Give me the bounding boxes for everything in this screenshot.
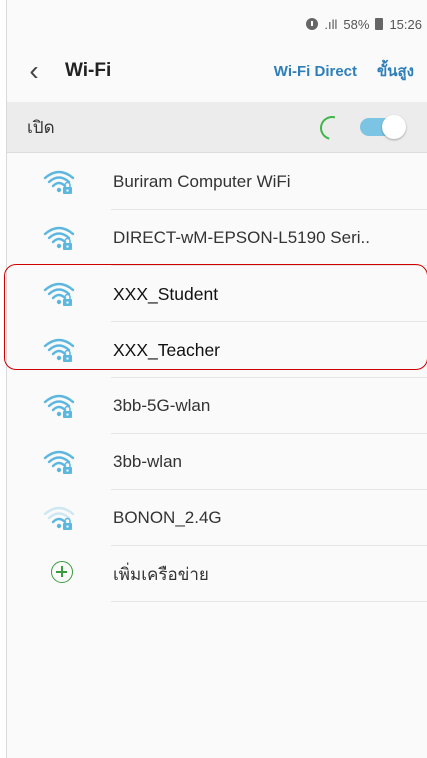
advanced-button[interactable]: ขั้นสูง	[377, 59, 414, 83]
wifi-lock-icon	[43, 168, 75, 196]
network-row[interactable]: DIRECT-wM-EPSON-L5190 Seri..	[7, 210, 427, 266]
row-divider	[111, 601, 427, 602]
wifi-switch[interactable]	[360, 115, 406, 139]
toggle-label: เปิด	[27, 117, 55, 137]
page-title: Wi-Fi	[65, 60, 112, 81]
add-network-label: เพิ่มเครือข่าย	[113, 564, 209, 584]
status-bar: .ıll 58% 15:26	[306, 14, 422, 34]
network-name: 3bb-wlan	[113, 452, 182, 471]
wifi-lock-icon	[43, 280, 75, 308]
network-name: BONON_2.4G	[113, 508, 222, 527]
network-list: Buriram Computer WiFi DIRECT-wM-EPSON-L5…	[7, 154, 427, 602]
network-row[interactable]: 3bb-wlan	[7, 434, 427, 490]
wifi-lock-icon	[43, 392, 75, 420]
alarm-icon	[306, 18, 319, 30]
scanning-spinner-icon	[315, 111, 349, 145]
clock: 15:26	[389, 16, 422, 32]
wifi-toggle-row[interactable]: เปิด	[7, 102, 427, 153]
switch-knob	[382, 115, 406, 139]
network-row[interactable]: XXX_Student	[7, 266, 427, 322]
wifi-lock-icon	[43, 224, 75, 252]
plus-icon	[51, 561, 73, 583]
network-row[interactable]: BONON_2.4G	[7, 490, 427, 546]
header: ‹ Wi-Fi Wi-Fi Direct ขั้นสูง	[7, 40, 427, 102]
wifi-lock-icon	[43, 448, 75, 476]
network-name: DIRECT-wM-EPSON-L5190 Seri..	[113, 228, 370, 247]
signal-icon: .ıll	[324, 16, 338, 32]
network-name: XXX_Student	[113, 283, 219, 304]
network-name: XXX_Teacher	[113, 339, 221, 360]
network-row[interactable]: 3bb-5G-wlan	[7, 378, 427, 434]
wifi-lock-icon	[43, 504, 75, 532]
battery-icon	[375, 18, 384, 30]
battery-percent: 58%	[343, 16, 370, 32]
network-name: 3bb-5G-wlan	[113, 396, 211, 415]
back-arrow-icon[interactable]: ‹	[23, 57, 45, 85]
network-row[interactable]: XXX_Teacher	[7, 322, 427, 378]
network-row[interactable]: Buriram Computer WiFi	[7, 154, 427, 210]
wifi-direct-button[interactable]: Wi-Fi Direct	[274, 63, 357, 80]
network-name: Buriram Computer WiFi	[113, 172, 291, 191]
wifi-lock-icon	[43, 336, 75, 364]
settings-screen: .ıll 58% 15:26 ‹ Wi-Fi Wi-Fi Direct ขั้น…	[6, 0, 427, 758]
add-network-row[interactable]: เพิ่มเครือข่าย	[7, 546, 427, 602]
